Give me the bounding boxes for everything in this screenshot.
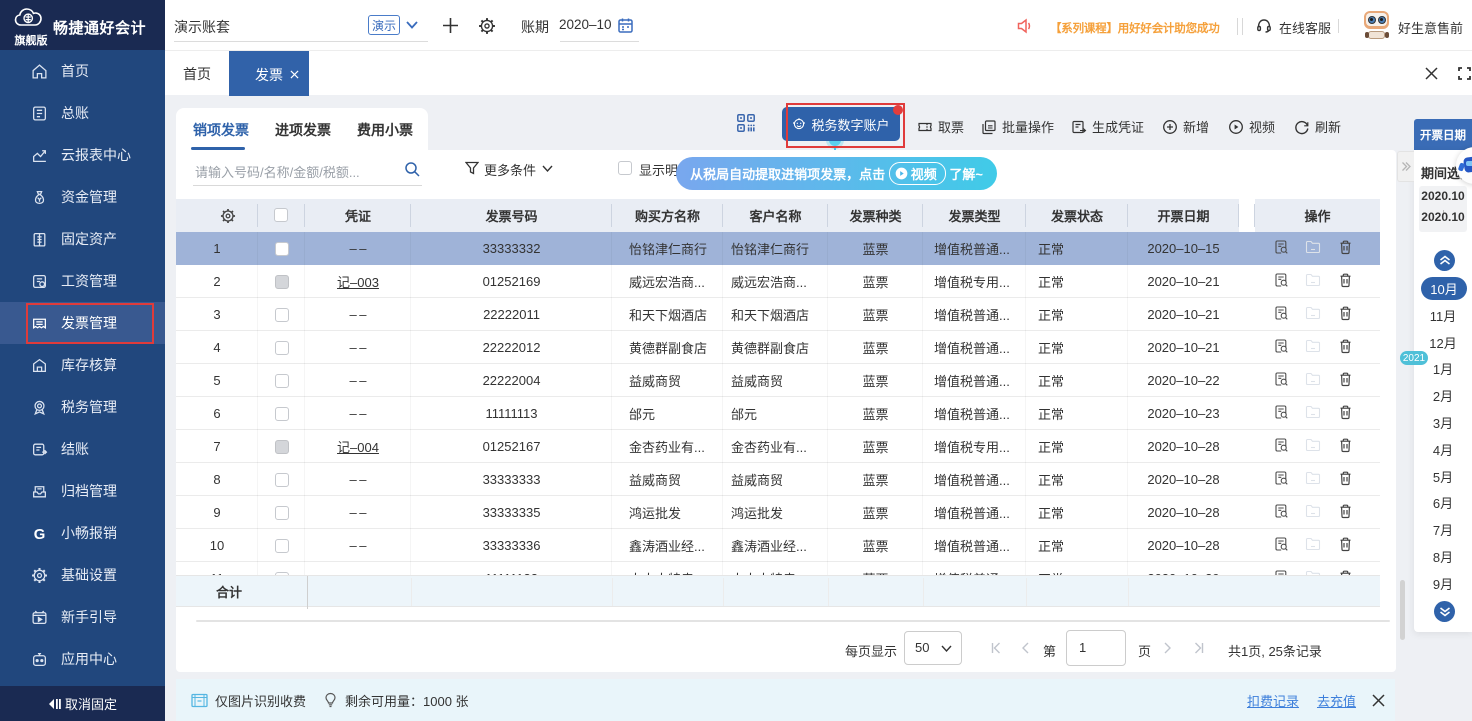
svg-text:G: G [34, 526, 46, 541]
